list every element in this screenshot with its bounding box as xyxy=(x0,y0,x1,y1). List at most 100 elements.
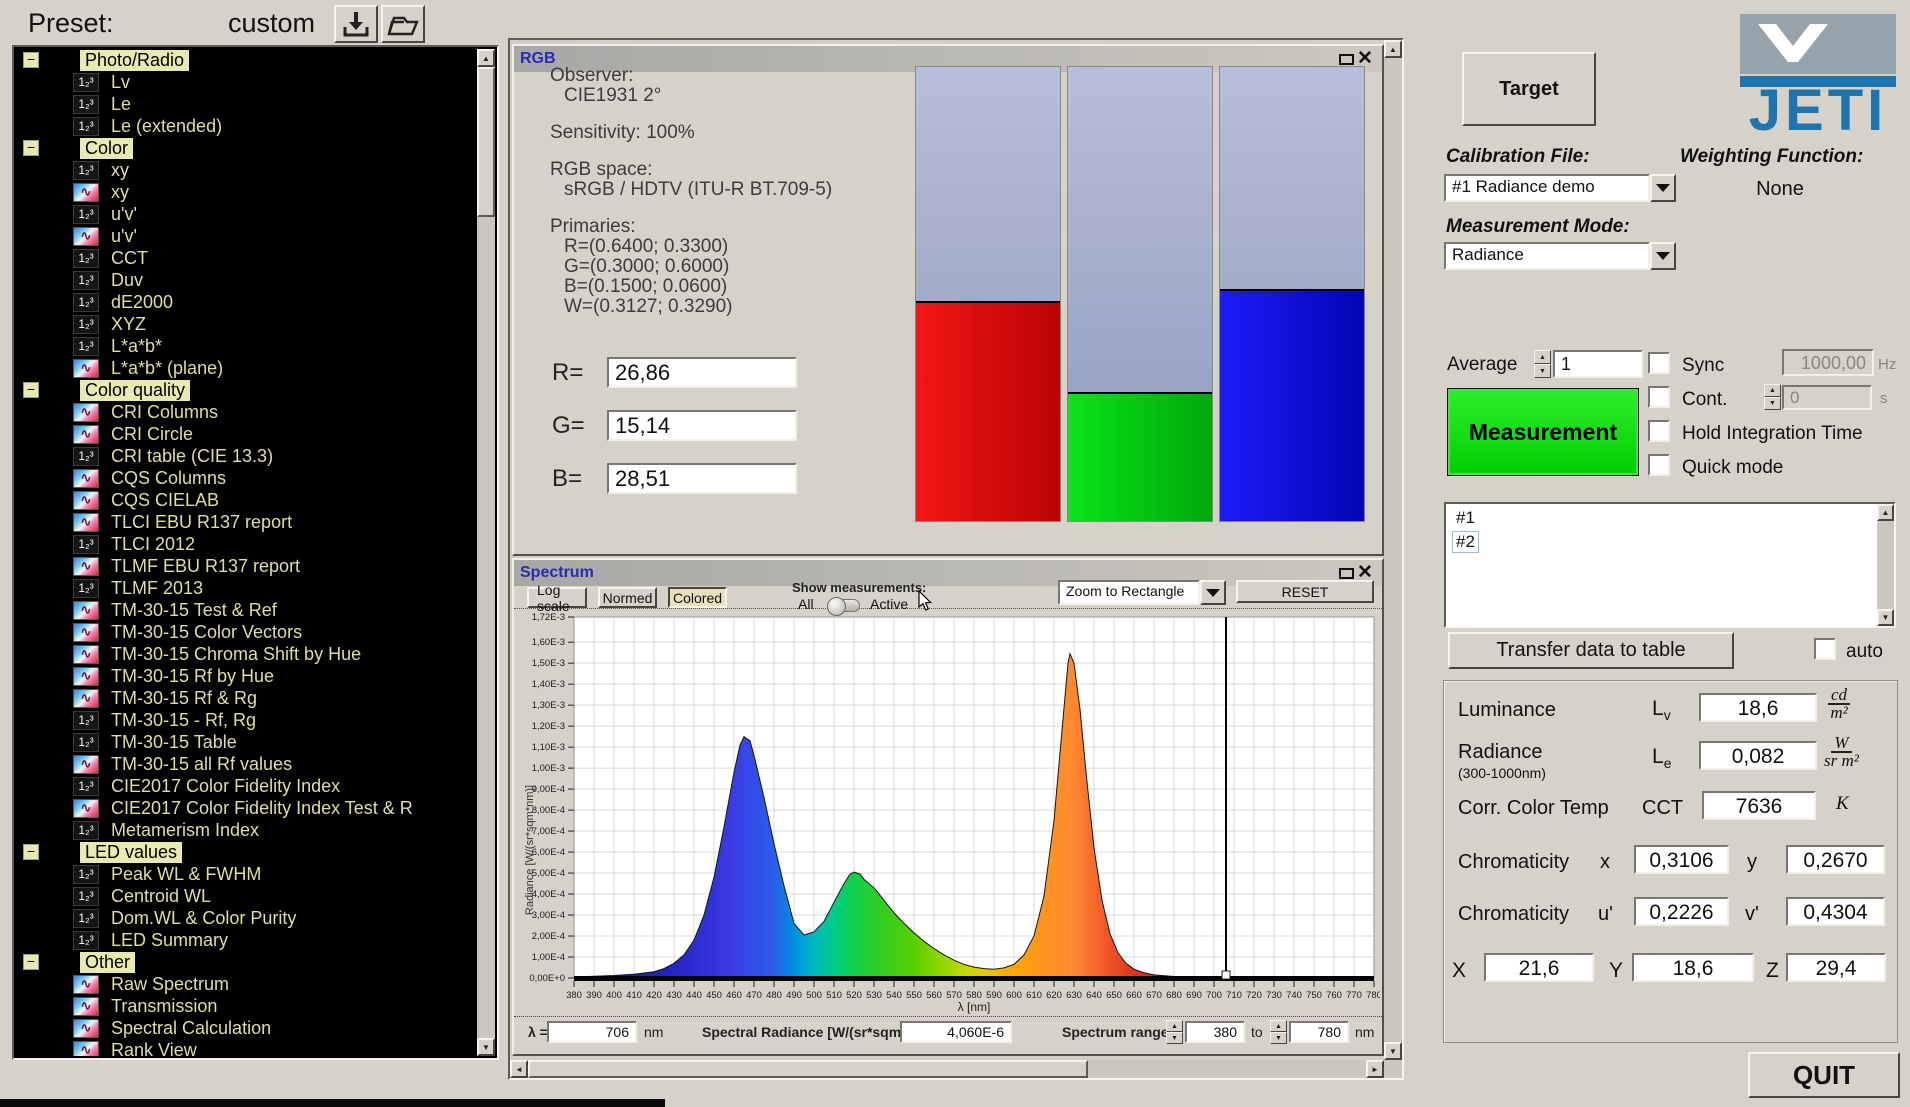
list-scrollbar[interactable]: ▲ ▼ xyxy=(1877,504,1894,626)
tree-item[interactable]: ∿TM-30-15 Rf & Rg xyxy=(16,687,477,709)
maximize-icon[interactable] xyxy=(1339,54,1354,65)
tree-item[interactable]: ∿TM-30-15 Test & Ref xyxy=(16,599,477,621)
tree-item[interactable]: 1₂³TM-30-15 Table xyxy=(16,731,477,753)
tree-item[interactable]: 1₂³Duv xyxy=(16,269,477,291)
log-scale-button[interactable]: Log scale xyxy=(527,587,587,608)
tree-item[interactable]: 1₂³L*a*b* xyxy=(16,335,477,357)
tree-item[interactable]: ∿xy xyxy=(16,181,477,203)
list-item[interactable]: #1 xyxy=(1448,506,1875,530)
tree-scrollbar-thumb[interactable] xyxy=(477,67,495,217)
target-button[interactable]: Target xyxy=(1462,52,1596,126)
scroll-up-icon[interactable]: ▲ xyxy=(1384,40,1402,58)
tree-item[interactable]: 1₂³CCT xyxy=(16,247,477,269)
collapse-icon[interactable]: − xyxy=(23,382,39,398)
tree-item[interactable]: ∿Transmission xyxy=(16,995,477,1017)
measurement-mode-dropdown[interactable]: Radiance xyxy=(1444,242,1676,270)
tree-item[interactable]: 1₂³xy xyxy=(16,159,477,181)
tree-scrollbar[interactable]: ▲ ▼ xyxy=(477,49,495,1056)
tree-item[interactable]: ∿CRI Columns xyxy=(16,401,477,423)
tree-item[interactable]: 1₂³LED Summary xyxy=(16,929,477,951)
lambda-cursor-field[interactable]: 706 xyxy=(547,1021,637,1043)
tree-item[interactable]: 1₂³Metamerism Index xyxy=(16,819,477,841)
mdi-horizontal-scrollbar[interactable]: ◄ ► xyxy=(510,1060,1384,1078)
scroll-down-icon[interactable]: ▼ xyxy=(1877,609,1894,626)
tree-item[interactable]: ∿Raw Spectrum xyxy=(16,973,477,995)
collapse-icon[interactable]: − xyxy=(23,52,39,68)
average-stepper[interactable]: ▲▼ xyxy=(1534,350,1551,378)
tree-item[interactable]: 1₂³u'v' xyxy=(16,203,477,225)
tree-item[interactable]: ∿L*a*b* (plane) xyxy=(16,357,477,379)
maximize-icon[interactable] xyxy=(1339,568,1354,579)
dropdown-button[interactable] xyxy=(1200,580,1226,605)
tree-item[interactable]: ∿Spectral Calculation xyxy=(16,1017,477,1039)
calibration-file-dropdown[interactable]: #1 Radiance demo xyxy=(1444,174,1676,202)
quit-button[interactable]: QUIT xyxy=(1748,1052,1900,1098)
tree-item[interactable]: ∿TM-30-15 Color Vectors xyxy=(16,621,477,643)
tree-item[interactable]: 1₂³TLCI 2012 xyxy=(16,533,477,555)
dropdown-button[interactable] xyxy=(1650,174,1676,202)
tree-item[interactable]: ∿CIE2017 Color Fidelity Index Test & R xyxy=(16,797,477,819)
spectrum-plot[interactable]: 3803904004104204304404504604704804905005… xyxy=(520,610,1380,1016)
list-item[interactable]: #2 xyxy=(1448,530,1875,554)
tree-item[interactable]: 1₂³XYZ xyxy=(16,313,477,335)
normed-button[interactable]: Normed xyxy=(598,587,657,608)
tree-item[interactable]: 1₂³CRI table (CIE 13.3) xyxy=(16,445,477,467)
tree-item[interactable]: ∿u'v' xyxy=(16,225,477,247)
load-preset-button[interactable] xyxy=(381,5,425,43)
save-preset-button[interactable] xyxy=(334,5,378,43)
tree-item[interactable]: ∿CQS Columns xyxy=(16,467,477,489)
scroll-down-icon[interactable]: ▼ xyxy=(477,1038,495,1056)
colored-button[interactable]: Colored xyxy=(668,587,727,608)
tree-item[interactable]: 1₂³Le (extended) xyxy=(16,115,477,137)
tree-item[interactable]: 1₂³CIE2017 Color Fidelity Index xyxy=(16,775,477,797)
tree-item[interactable]: 1₂³Lv xyxy=(16,71,477,93)
quick-mode-checkbox[interactable] xyxy=(1648,454,1670,476)
tree-item[interactable]: ∿CQS CIELAB xyxy=(16,489,477,511)
scroll-up-icon[interactable]: ▲ xyxy=(1877,504,1894,521)
collapse-icon[interactable]: − xyxy=(23,954,39,970)
cont-interval-stepper[interactable]: ▲▼ xyxy=(1764,384,1781,410)
reset-button[interactable]: RESET xyxy=(1236,580,1374,603)
tree-item[interactable]: 1₂³TLMF 2013 xyxy=(16,577,477,599)
scrollbar-thumb[interactable] xyxy=(528,1060,1088,1078)
transfer-data-button[interactable]: Transfer data to table xyxy=(1448,632,1734,669)
tree-category[interactable]: −Color xyxy=(16,137,477,159)
tree-item[interactable]: 1₂³Centroid WL xyxy=(16,885,477,907)
tree-item[interactable]: ∿TM-30-15 Rf by Hue xyxy=(16,665,477,687)
tree-category[interactable]: −LED values xyxy=(16,841,477,863)
collapse-icon[interactable]: − xyxy=(23,140,39,156)
measurement-button[interactable]: Measurement xyxy=(1447,388,1639,476)
scroll-up-icon[interactable]: ▲ xyxy=(477,49,495,67)
tree-item[interactable]: 1₂³dE2000 xyxy=(16,291,477,313)
tree-category[interactable]: −Photo/Radio xyxy=(16,49,477,71)
range-from-field[interactable]: 380 xyxy=(1185,1021,1245,1043)
tree-item[interactable]: 1₂³Peak WL & FWHM xyxy=(16,863,477,885)
cont-checkbox[interactable] xyxy=(1648,386,1670,408)
tree-item[interactable]: ∿Rank View xyxy=(16,1039,477,1056)
hold-integration-checkbox[interactable] xyxy=(1648,420,1670,442)
tree-category[interactable]: −Color quality xyxy=(16,379,477,401)
tree-item[interactable]: ∿TM-30-15 Chroma Shift by Hue xyxy=(16,643,477,665)
measurement-list[interactable]: #1#2 ▲ ▼ xyxy=(1444,502,1896,628)
auto-checkbox[interactable] xyxy=(1814,638,1836,660)
range-to-stepper[interactable]: ▲▼ xyxy=(1270,1020,1287,1044)
tree-item[interactable]: 1₂³Le xyxy=(16,93,477,115)
range-to-field[interactable]: 780 xyxy=(1289,1021,1349,1043)
tree-item[interactable]: 1₂³TM-30-15 - Rf, Rg xyxy=(16,709,477,731)
mdi-vertical-scrollbar[interactable]: ▲ ▼ xyxy=(1384,40,1402,1060)
range-from-stepper[interactable]: ▲▼ xyxy=(1166,1020,1183,1044)
sync-checkbox[interactable] xyxy=(1648,352,1670,374)
collapse-icon[interactable]: − xyxy=(23,844,39,860)
tree-item[interactable]: 1₂³Dom.WL & Color Purity xyxy=(16,907,477,929)
average-field[interactable]: 1 xyxy=(1553,350,1643,378)
tree-item[interactable]: ∿TLCI EBU R137 report xyxy=(16,511,477,533)
dropdown-button[interactable] xyxy=(1650,242,1676,270)
zoom-mode-dropdown[interactable]: Zoom to Rectangle xyxy=(1058,580,1226,605)
scroll-left-icon[interactable]: ◄ xyxy=(510,1060,528,1078)
tree-item[interactable]: ∿TLMF EBU R137 report xyxy=(16,555,477,577)
tree-item[interactable]: ∿CRI Circle xyxy=(16,423,477,445)
tree-item[interactable]: ∿TM-30-15 all Rf values xyxy=(16,753,477,775)
tree-category[interactable]: −Other xyxy=(16,951,477,973)
scroll-down-icon[interactable]: ▼ xyxy=(1384,1042,1402,1060)
scroll-right-icon[interactable]: ► xyxy=(1366,1060,1384,1078)
